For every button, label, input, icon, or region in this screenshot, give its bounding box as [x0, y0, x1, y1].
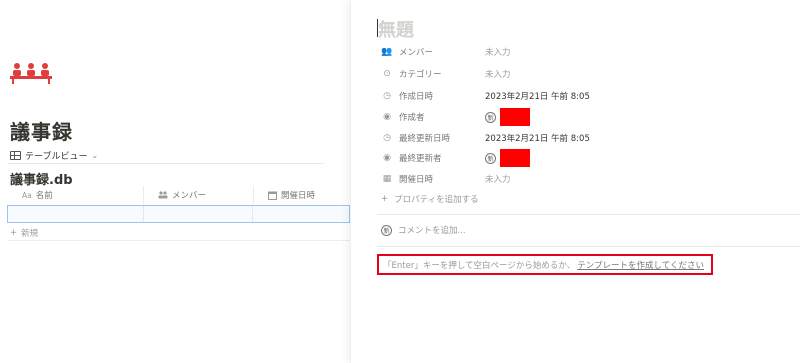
avatar: 新	[485, 152, 496, 164]
clock-icon: ◷	[383, 91, 391, 101]
property-value: 2023年2月21日 午前 8:05	[485, 92, 590, 102]
avatar: 新	[381, 224, 392, 236]
property-members[interactable]: 👥 メンバー 未入力	[381, 44, 800, 60]
column-label: 開催日時	[281, 191, 316, 201]
table-bottom-divider	[8, 240, 350, 241]
property-last-edited-by[interactable]: ◉ 最終更新者 新	[381, 149, 800, 167]
avatar: 新	[485, 111, 496, 123]
people-icon: 👥	[381, 47, 393, 57]
divider	[377, 246, 800, 247]
clock-icon: ◷	[383, 133, 391, 143]
chevron-down-icon: ⌄	[91, 150, 99, 160]
table-icon	[10, 150, 21, 160]
property-value: 新	[485, 149, 530, 167]
text-caret	[377, 19, 378, 37]
column-header-name[interactable]: Aa 名前	[8, 186, 144, 204]
column-header-members[interactable]: メンバー	[144, 186, 254, 204]
property-name: メンバー	[399, 48, 434, 58]
view-divider	[8, 163, 324, 164]
redacted-user-name	[500, 108, 530, 126]
hint-text: 「Enter」キーを押して空白ページから始めるか、	[383, 260, 576, 271]
people-icon	[158, 191, 168, 199]
divider	[377, 214, 800, 215]
table-row[interactable]	[7, 205, 350, 223]
person-icon: ◉	[383, 112, 391, 122]
add-property-button[interactable]: + プロパティを追加する	[381, 193, 479, 205]
property-value[interactable]: 未入力	[485, 46, 511, 58]
comment-input[interactable]: 新 コメントを追加...	[381, 224, 466, 236]
column-label: メンバー	[172, 191, 207, 201]
property-name: 最終更新日時	[399, 134, 451, 144]
calendar-icon: ▦	[382, 174, 392, 184]
person-icon: ◉	[383, 153, 391, 163]
property-name: 作成者	[399, 113, 425, 123]
property-created-by[interactable]: ◉ 作成者 新	[381, 108, 800, 126]
property-value[interactable]: 未入力	[485, 68, 511, 80]
new-row-label: 新規	[21, 229, 39, 239]
create-template-link[interactable]: テンプレートを作成してください	[577, 259, 704, 271]
table-cell[interactable]	[144, 206, 254, 222]
page-peek-panel: 無題 👥 メンバー 未入力 ⊙ カテゴリー 未入力 ◷ 作成日時 2023年2月…	[350, 0, 800, 363]
property-name: 作成日時	[399, 92, 434, 102]
add-property-label: プロパティを追加する	[394, 195, 479, 205]
meeting-icon	[10, 63, 52, 84]
property-name: 開催日時	[399, 175, 434, 185]
property-value: 2023年2月21日 午前 8:05	[485, 134, 590, 144]
property-last-edited-time[interactable]: ◷ 最終更新日時 2023年2月21日 午前 8:05	[381, 130, 800, 146]
column-header-date[interactable]: 開催日時	[254, 186, 350, 204]
redacted-user-name	[500, 149, 530, 167]
column-label: 名前	[35, 191, 53, 201]
background-page: 議事録 テーブルビュー ⌄ 議事録.db Aa 名前 メンバー 開催日時 + 新…	[0, 0, 350, 363]
property-name: カテゴリー	[399, 70, 442, 80]
table-header: Aa 名前 メンバー 開催日時	[8, 186, 350, 204]
property-name: 最終更新者	[399, 154, 442, 164]
tab-table-view[interactable]: テーブルビュー ⌄	[10, 148, 98, 162]
page-title-input[interactable]: 無題	[378, 16, 414, 42]
plus-icon: +	[10, 228, 18, 238]
property-category[interactable]: ⊙ カテゴリー 未入力	[381, 66, 800, 82]
view-tab-label: テーブルビュー	[25, 151, 88, 162]
page-title: 議事録	[10, 120, 73, 144]
property-created-time[interactable]: ◷ 作成日時 2023年2月21日 午前 8:05	[381, 88, 800, 104]
comment-placeholder: コメントを追加...	[398, 226, 466, 236]
table-cell[interactable]	[253, 206, 349, 222]
empty-page-hint: 「Enter」キーを押して空白ページから始めるか、 テンプレートを作成してくださ…	[377, 254, 713, 275]
text-type-icon: Aa	[22, 190, 32, 200]
plus-icon: +	[381, 194, 389, 204]
property-value: 新	[485, 108, 530, 126]
property-value[interactable]: 未入力	[485, 173, 511, 185]
table-cell[interactable]	[8, 206, 144, 222]
new-row-button[interactable]: + 新規	[10, 227, 38, 239]
property-meeting-date[interactable]: ▦ 開催日時 未入力	[381, 171, 800, 187]
select-icon: ⊙	[383, 69, 391, 79]
calendar-icon	[268, 191, 277, 200]
